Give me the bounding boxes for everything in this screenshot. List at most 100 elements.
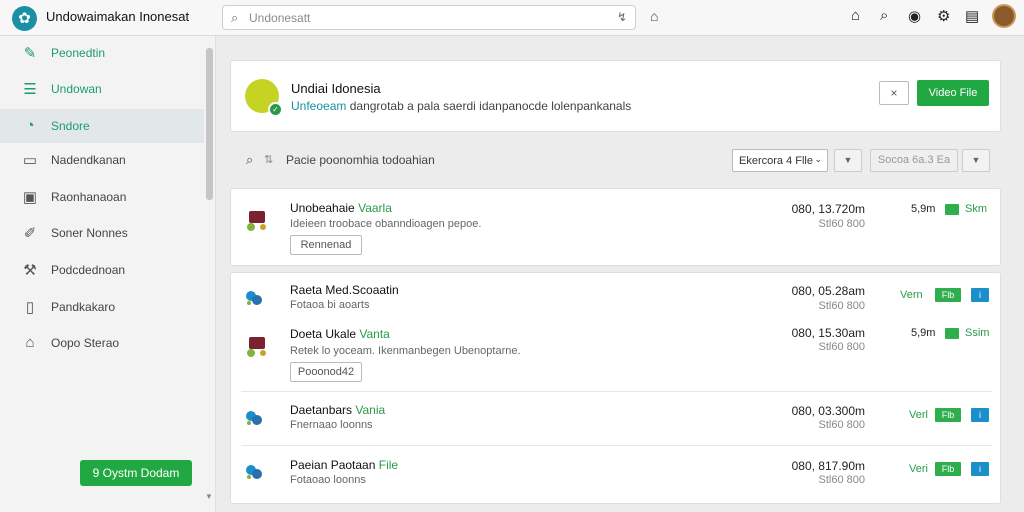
search-icon[interactable]: ⌕ [880, 7, 888, 24]
sidebar-item-label: Peonedtin [51, 46, 106, 60]
top-bar: ✿ Undowaimakan Inonesat ⌕ Undonesatt ↯ ⌂… [0, 0, 1024, 36]
sidebar-item-0[interactable]: ✎ Peonedtin [0, 36, 204, 70]
file-tag[interactable]: Flb [935, 462, 961, 476]
row-amount-secondary: Stl60 800 [818, 218, 865, 230]
row-status: Skm [965, 203, 987, 215]
row-name: Paeian Paotaan File [290, 458, 399, 472]
link-icon [246, 291, 262, 305]
globe-icon[interactable]: ◉ [908, 7, 921, 25]
sort-icon[interactable]: ⇅ [264, 153, 273, 166]
home-icon[interactable]: ⌂ [851, 7, 860, 24]
row-version: Verl [909, 409, 928, 421]
row-description: Fotaoa bi aoarts [290, 299, 370, 311]
row-amount-secondary: Stl60 800 [818, 474, 865, 486]
sidebar-item-label: Sndore [51, 119, 90, 133]
bag-icon[interactable]: ⌂ [650, 8, 658, 24]
search-icon: ⌕ [231, 10, 239, 25]
row-divider [241, 391, 992, 392]
sidebar-item-label: Podcdednoan [51, 263, 126, 277]
chevron-down-icon: ⌄ [814, 154, 822, 164]
video-file-button[interactable]: Video File [917, 80, 989, 106]
app-title: Undowaimakan Inonesat [46, 9, 190, 24]
sidebar-scrollbar[interactable] [204, 40, 214, 506]
sidebar-item-5[interactable]: ✐ Soner Nonnes [0, 216, 204, 250]
verified-badge-icon: ✓ [268, 102, 283, 117]
row-amount-secondary: Stl60 800 [818, 341, 865, 353]
row-amount: 080, 15.30am [791, 326, 865, 340]
info-tag[interactable]: i [971, 288, 989, 302]
avatar[interactable] [992, 4, 1016, 28]
page-title: Undiai Idonesia [291, 81, 381, 96]
info-tag[interactable]: i [971, 408, 989, 422]
grid-icon[interactable]: ▤ [965, 7, 979, 25]
sidebar-item-1[interactable]: ☰ Undowan [0, 72, 204, 106]
row-name: Doeta Ukale Vanta [290, 327, 390, 341]
clock-icon: ◔ [25, 117, 35, 134]
pen-icon: ✐ [23, 225, 37, 242]
close-button[interactable]: × [879, 81, 909, 105]
sidebar: ✎ Peonedtin ☰ Undowan ◔ Sndore ▭ Nadendk… [0, 36, 216, 512]
filter-select-value: Ekercora 4 Flle [739, 155, 813, 167]
scrollbar-thumb[interactable] [206, 48, 213, 200]
product-icon [247, 337, 266, 357]
sidebar-cta-button[interactable]: 9 Oystm Dodam [80, 460, 192, 486]
sidebar-item-4[interactable]: ▣ Raonhanaoan [0, 180, 204, 214]
row-description: Fnernaao loonns [290, 419, 373, 431]
file-tag[interactable]: Flb [935, 288, 961, 302]
sidebar-item-label: Soner Nonnes [51, 226, 128, 240]
page-icon: ▯ [25, 299, 35, 316]
link-icon [246, 411, 262, 425]
row-amount-secondary: Stl60 800 [818, 300, 865, 312]
filter-select[interactable]: Ekercora 4 Flle ⌄ [732, 149, 828, 172]
sidebar-item-3[interactable]: ▭ Nadendkanan [0, 143, 204, 177]
list-icon: ☰ [23, 81, 37, 98]
sidebar-item-label: Undowan [51, 82, 102, 96]
row-amount: 080, 817.90m [791, 459, 865, 473]
row-action-button[interactable]: Pooonod42 [290, 362, 362, 382]
list-card-2: Raeta Med.Scoaatin Fotaoa bi aoarts 080,… [230, 272, 1001, 504]
row-name: Daetanbars Vania [290, 403, 386, 417]
page-subtitle: Unfeoeam dangrotab a pala saerdi idanpan… [291, 99, 631, 113]
row-description: Retek lo yoceam. Ikenmanbegen Ubenoptarn… [290, 345, 521, 357]
search-box[interactable]: ⌕ Undonesatt ↯ [222, 5, 636, 30]
header-card: ✓ Undiai Idonesia Unfeoeam dangrotab a p… [230, 60, 1001, 132]
filter-label: Pacie poonomhia todoahian [286, 153, 435, 167]
wrench-icon: ⚒ [23, 262, 37, 279]
row-version: Veri [909, 463, 928, 475]
file-tag[interactable]: Flb [935, 408, 961, 422]
emblem-icon: ✓ [245, 79, 283, 117]
app-logo-icon[interactable]: ✿ [12, 6, 37, 31]
document-icon: ▭ [22, 152, 38, 169]
row-name: Raeta Med.Scoaatin [290, 283, 399, 297]
subtitle-link[interactable]: Unfeoeam [291, 99, 346, 113]
sidebar-item-label: Oopo Sterao [51, 336, 120, 350]
sidebar-item-label: Pandkakaro [51, 300, 116, 314]
sidebar-item-label: Raonhanaoan [51, 190, 127, 204]
sidebar-item-8[interactable]: ⌂ Oopo Sterao [0, 326, 204, 360]
product-icon [247, 211, 266, 231]
chevron-down-icon[interactable]: ▼ [834, 149, 862, 172]
sidebar-item-6[interactable]: ⚒ Podcdednoan [0, 253, 204, 287]
row-amount-secondary: Stl60 800 [818, 419, 865, 431]
info-tag[interactable]: i [971, 462, 989, 476]
link-icon [246, 465, 262, 479]
scroll-down-icon[interactable]: ▼ [205, 492, 213, 501]
row-price: 5,9m [911, 327, 936, 339]
row-description: Ideieen troobace obanndioagen pepoe. [290, 218, 482, 230]
list-card-1: Unobeahaie Vaarla Ideieen troobace obann… [230, 188, 1001, 266]
edit-icon: ✎ [23, 45, 37, 62]
chevron-down-icon[interactable]: ▼ [962, 149, 990, 172]
row-status: Ssim [965, 327, 990, 339]
home-icon: ⌂ [25, 334, 35, 351]
clear-search-icon[interactable]: ↯ [617, 10, 627, 24]
filter-secondary-button[interactable]: Socoa 6a.3 Ea [870, 149, 958, 172]
search-input[interactable]: Undonesatt [249, 11, 310, 25]
row-amount: 080, 13.720m [791, 202, 865, 216]
row-action-button[interactable]: Rennenad [290, 235, 362, 255]
filter-search-icon[interactable]: ⌕ [246, 152, 253, 168]
sidebar-item-2[interactable]: ◔ Sndore [0, 109, 204, 143]
sidebar-item-7[interactable]: ▯ Pandkakaro [0, 290, 204, 324]
row-name: Unobeahaie Vaarla [290, 201, 392, 215]
settings-icon[interactable]: ⚙ [937, 7, 950, 25]
row-amount: 080, 05.28am [791, 284, 865, 298]
